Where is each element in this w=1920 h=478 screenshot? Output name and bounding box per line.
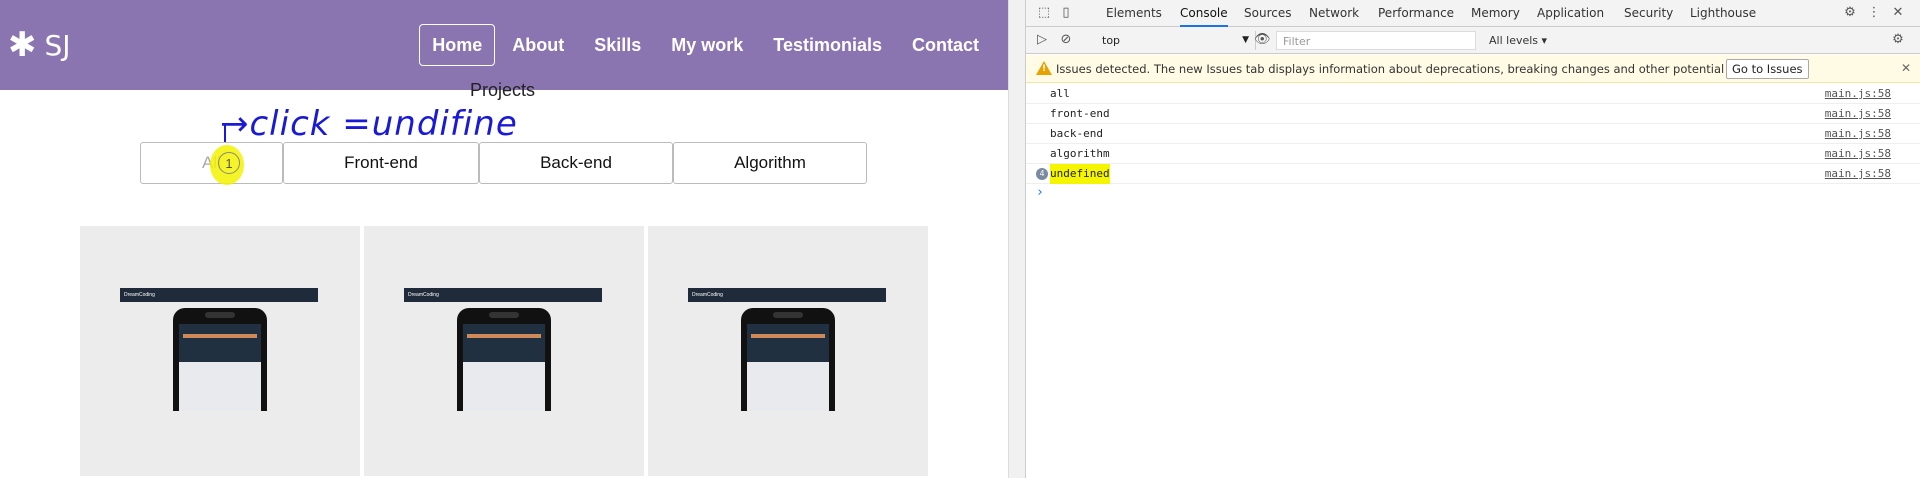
tab-security[interactable]: Security — [1624, 0, 1673, 27]
log-message: undefined — [1050, 164, 1110, 184]
nav-item-skills[interactable]: Skills — [581, 24, 654, 66]
console-log-row: 4 undefined main.js:58 — [1026, 164, 1920, 184]
asterisk-icon: ✱ — [8, 25, 37, 65]
handwritten-annotation: →click =undifine — [220, 104, 518, 144]
nav-item-my-work[interactable]: My work — [658, 24, 756, 66]
phone-mockup — [173, 308, 267, 411]
site-logo[interactable]: ✱ SJ — [8, 28, 71, 62]
tab-performance[interactable]: Performance — [1378, 0, 1454, 27]
more-options-icon[interactable]: ⋮ — [1866, 5, 1882, 21]
console-filter-input[interactable]: Filter — [1276, 31, 1476, 50]
nav-item-testimonials[interactable]: Testimonials — [760, 24, 895, 66]
log-source-link[interactable]: main.js:58 — [1825, 84, 1891, 104]
repeat-count-badge: 4 — [1036, 168, 1048, 180]
console-prompt-icon: › — [1036, 185, 1044, 200]
page-scrollbar[interactable] — [1008, 0, 1025, 478]
phone-mockup — [457, 308, 551, 411]
project-grid: DreamCoding DreamCoding DreamCoding — [80, 226, 928, 476]
tab-sources[interactable]: Sources — [1244, 0, 1291, 27]
project-card[interactable]: DreamCoding — [648, 226, 928, 476]
devtools-tab-bar: ⬚ ▯ Elements Console Sources Network Per… — [1026, 0, 1920, 27]
issues-message: Issues detected. The new Issues tab disp… — [1056, 62, 1786, 76]
screenshot-root: ✱ SJ Home About Skills My work Testimoni… — [0, 0, 1920, 478]
console-log-row: all main.js:58 — [1026, 84, 1920, 104]
context-value: top — [1102, 34, 1121, 47]
log-levels-dropdown[interactable]: All levels ▾ — [1489, 31, 1547, 50]
console-log-row: front-end main.js:58 — [1026, 104, 1920, 124]
nav-menu: Home About Skills My work Testimonials C… — [415, 24, 992, 66]
project-card[interactable]: DreamCoding — [80, 226, 360, 476]
thumbnail-brand: DreamCoding — [124, 292, 155, 298]
log-message: all — [1050, 87, 1070, 100]
phone-mockup — [741, 308, 835, 411]
devtools-panel: ⬚ ▯ Elements Console Sources Network Per… — [1025, 0, 1920, 478]
issues-banner: ! Issues detected. The new Issues tab di… — [1026, 55, 1920, 83]
thumbnail-navbar: DreamCoding — [688, 288, 886, 302]
category-back-end-button[interactable]: Back-end — [479, 142, 673, 184]
log-levels-label: All levels — [1489, 34, 1539, 47]
log-source-link[interactable]: main.js:58 — [1825, 124, 1891, 144]
navbar: ✱ SJ Home About Skills My work Testimoni… — [0, 0, 1008, 90]
chevron-down-icon: ▼ — [1242, 35, 1249, 45]
context-select[interactable]: top ▼ — [1098, 31, 1256, 50]
live-expression-eye-icon[interactable]: 👁 — [1254, 32, 1271, 48]
annotation-number-badge: 1 — [218, 152, 240, 174]
thumbnail-brand: DreamCoding — [408, 292, 439, 298]
console-log-row: back-end main.js:58 — [1026, 124, 1920, 144]
log-source-link[interactable]: main.js:58 — [1825, 144, 1891, 164]
log-source-link[interactable]: main.js:58 — [1825, 164, 1891, 184]
category-front-end-button[interactable]: Front-end — [283, 142, 479, 184]
log-message: algorithm — [1050, 147, 1110, 160]
tab-network[interactable]: Network — [1309, 0, 1359, 27]
device-toolbar-icon[interactable]: ▯ — [1058, 5, 1074, 21]
inspect-element-icon[interactable]: ⬚ — [1036, 5, 1052, 21]
tab-lighthouse[interactable]: Lighthouse — [1690, 0, 1756, 27]
tab-elements[interactable]: Elements — [1106, 0, 1162, 27]
console-prompt-row[interactable]: › — [1026, 184, 1920, 204]
close-icon[interactable]: ✕ — [1901, 61, 1911, 75]
console-settings-icon[interactable]: ⚙ — [1890, 32, 1906, 48]
project-card[interactable]: DreamCoding — [364, 226, 644, 476]
category-algorithm-button[interactable]: Algorithm — [673, 142, 867, 184]
console-log-list: all main.js:58 front-end main.js:58 back… — [1026, 84, 1920, 204]
clear-console-icon[interactable]: ⊘ — [1058, 32, 1074, 48]
logo-text: SJ — [44, 28, 71, 62]
category-filter: All Front-end Back-end Algorithm — [140, 142, 867, 184]
thumbnail-navbar: DreamCoding — [404, 288, 602, 302]
settings-gear-icon[interactable]: ⚙ — [1842, 5, 1858, 21]
nav-item-contact[interactable]: Contact — [899, 24, 992, 66]
console-log-row: algorithm main.js:58 — [1026, 144, 1920, 164]
close-devtools-icon[interactable]: ✕ — [1890, 5, 1906, 21]
thumbnail-navbar: DreamCoding — [120, 288, 318, 302]
console-toolbar: ▷ ⊘ top ▼ 👁 Filter All levels ▾ ⚙ — [1026, 27, 1920, 54]
log-source-link[interactable]: main.js:58 — [1825, 104, 1891, 124]
log-message: front-end — [1050, 107, 1110, 120]
go-to-issues-button[interactable]: Go to Issues — [1726, 59, 1809, 79]
tab-memory[interactable]: Memory — [1471, 0, 1520, 27]
sidebar-toggle-icon[interactable]: ▷ — [1034, 32, 1050, 48]
nav-item-about[interactable]: About — [499, 24, 577, 66]
log-message: back-end — [1050, 127, 1103, 140]
thumbnail-brand: DreamCoding — [692, 292, 723, 298]
tab-console[interactable]: Console — [1180, 0, 1228, 27]
tab-application[interactable]: Application — [1537, 0, 1604, 27]
web-page: ✱ SJ Home About Skills My work Testimoni… — [0, 0, 1008, 478]
nav-item-home[interactable]: Home — [419, 24, 496, 66]
section-title: Projects — [470, 80, 536, 100]
